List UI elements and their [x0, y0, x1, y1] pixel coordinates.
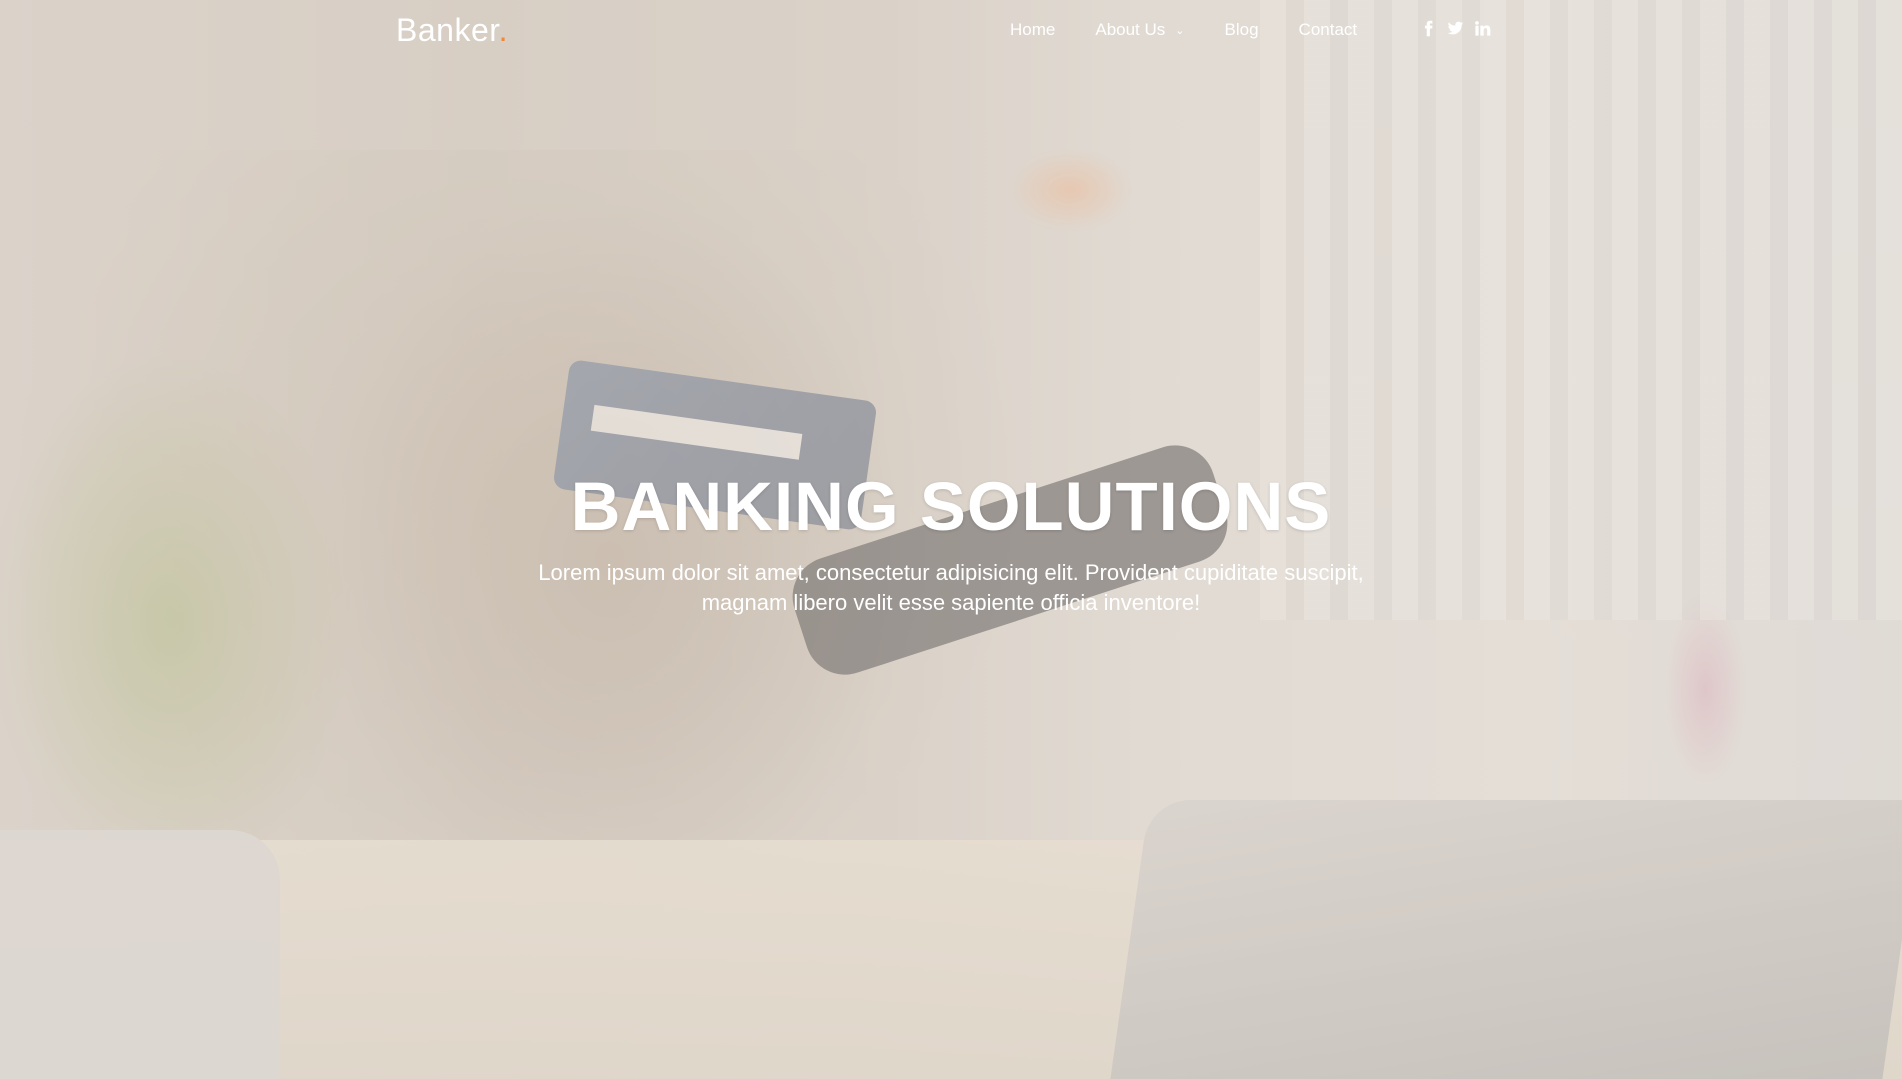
brand-name: Banker [396, 12, 499, 48]
nav-item-about-us[interactable]: About Us ⌄ [1095, 20, 1184, 40]
brand-logo[interactable]: Banker. [396, 12, 508, 49]
nav-item-about-us-label: About Us [1095, 20, 1166, 39]
facebook-icon[interactable] [1420, 18, 1437, 38]
hero-subtitle: Lorem ipsum dolor sit amet, consectetur … [538, 560, 1364, 615]
chevron-down-icon: ⌄ [1175, 24, 1185, 37]
main-nav: Home About Us ⌄ Blog Contact [1010, 20, 1397, 40]
nav-item-blog[interactable]: Blog [1225, 20, 1259, 40]
brand-dot: . [498, 12, 509, 48]
hero-section: BANKING SOLUTIONS Lorem ipsum dolor sit … [0, 462, 1902, 618]
nav-item-contact[interactable]: Contact [1299, 20, 1358, 40]
twitter-icon[interactable] [1447, 18, 1464, 38]
site-header: Banker. Home About Us ⌄ Blog Contact [0, 0, 1902, 64]
social-links [1420, 18, 1491, 38]
hero-title: BANKING SOLUTIONS [570, 468, 1332, 545]
linkedin-icon[interactable] [1474, 18, 1491, 38]
nav-item-home[interactable]: Home [1010, 20, 1055, 40]
